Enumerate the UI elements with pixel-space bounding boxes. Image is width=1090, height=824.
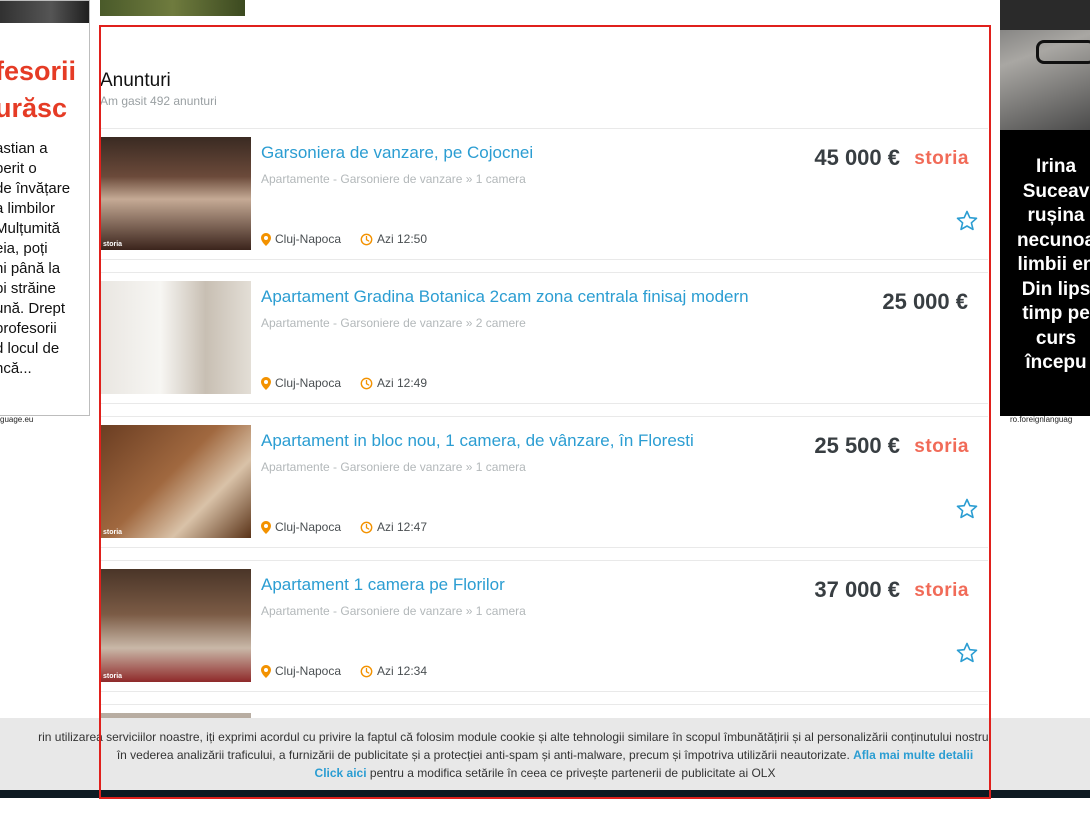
- ad-url[interactable]: guage.eu: [0, 415, 33, 424]
- offer-location: Cluj-Napoca: [261, 232, 341, 246]
- favorite-star-icon[interactable]: [955, 497, 979, 521]
- storia-logo: storia: [914, 148, 969, 169]
- offer-title-link[interactable]: Apartament 1 camera pe Florilor: [261, 575, 505, 595]
- listing-title: Anunturi: [100, 70, 171, 91]
- cookie-details-link[interactable]: Afla mai multe detalii: [853, 748, 973, 762]
- time-label: Azi 12:47: [377, 520, 428, 534]
- time-label: Azi 12:34: [377, 664, 428, 678]
- cookie-text: în vederea analizării traficului, a furn…: [116, 748, 850, 762]
- offer-thumbnail[interactable]: [100, 281, 251, 394]
- listing-header: Anunturi Am gasit 492 anunturi: [100, 70, 217, 108]
- offer-price: 25 000 €: [882, 289, 968, 314]
- offer-category: Apartamente - Garsoniere de vanzare » 1 …: [261, 460, 526, 474]
- ad-body-text: astian a perit o de învățare a limbilor …: [0, 140, 71, 377]
- offer-thumbnail[interactable]: storia: [100, 137, 251, 250]
- storia-logo: storia: [914, 580, 969, 601]
- offer-row[interactable]: storia Apartament 1 camera pe Florilor A…: [100, 560, 988, 692]
- ad-text: Irina Suceav rușina necunoa limbii en Di…: [1016, 156, 1090, 373]
- offer-thumbnail[interactable]: storia: [100, 569, 251, 682]
- favorite-star-icon[interactable]: [955, 641, 979, 665]
- previous-listing-thumbnail[interactable]: [100, 0, 245, 16]
- listing-section: Anunturi Am gasit 492 anunturi storia Ga…: [100, 26, 988, 796]
- offer-price: 25 500 €: [814, 433, 900, 458]
- ad-photo: [0, 1, 89, 23]
- offer-location: Cluj-Napoca: [261, 664, 341, 678]
- cookie-text: rin utilizarea serviciilor noastre, iți …: [38, 730, 992, 744]
- thumbnail-watermark: storia: [103, 673, 123, 680]
- offer-category: Apartamente - Garsoniere de vanzare » 1 …: [261, 172, 526, 186]
- storia-logo: storia: [914, 436, 969, 457]
- offer-category: Apartamente - Garsoniere de vanzare » 2 …: [261, 316, 526, 330]
- clock-history-icon: [360, 233, 373, 245]
- ad-photo: [1000, 0, 1090, 130]
- location-pin-icon: [261, 376, 271, 390]
- location-pin-icon: [261, 232, 271, 246]
- clock-history-icon: [360, 665, 373, 677]
- offer-thumbnail[interactable]: storia: [100, 425, 251, 538]
- offer-title-link[interactable]: Garsoniera de vanzare, pe Cojocnei: [261, 143, 533, 163]
- thumbnail-watermark: storia: [103, 241, 123, 248]
- offer-time: Azi 12:47: [360, 520, 427, 534]
- location-label: Cluj-Napoca: [275, 520, 342, 534]
- favorite-star-icon[interactable]: [955, 209, 979, 233]
- offer-time: Azi 12:49: [360, 376, 427, 390]
- ad-headline: fesorii urăsc: [0, 56, 77, 123]
- offer-row[interactable]: Apartament Gradina Botanica 2cam zona ce…: [100, 272, 988, 404]
- offer-price: 45 000 €: [814, 145, 900, 170]
- location-label: Cluj-Napoca: [275, 232, 342, 246]
- offer-row[interactable]: storia Apartament in bloc nou, 1 camera,…: [100, 416, 988, 548]
- offer-location: Cluj-Napoca: [261, 520, 341, 534]
- footer-bar: [0, 790, 1090, 798]
- location-pin-icon: [261, 664, 271, 678]
- time-label: Azi 12:49: [377, 376, 428, 390]
- ad-url[interactable]: ro.foreignlanguag: [1010, 415, 1072, 424]
- cookie-banner: rin utilizarea serviciilor noastre, iți …: [0, 718, 1090, 790]
- offer-list: storia Garsoniera de vanzare, pe Cojocne…: [100, 128, 988, 796]
- offer-category: Apartamente - Garsoniere de vanzare » 1 …: [261, 604, 526, 618]
- clock-history-icon: [360, 377, 373, 389]
- offer-location: Cluj-Napoca: [261, 376, 341, 390]
- time-label: Azi 12:50: [377, 232, 428, 246]
- left-advertisement[interactable]: fesorii urăsc astian a perit o de învăța…: [0, 0, 90, 416]
- offer-title-link[interactable]: Apartament Gradina Botanica 2cam zona ce…: [261, 287, 749, 307]
- location-label: Cluj-Napoca: [275, 376, 342, 390]
- offer-price: 37 000 €: [814, 577, 900, 602]
- offer-title-link[interactable]: Apartament in bloc nou, 1 camera, de vân…: [261, 431, 694, 451]
- offer-row[interactable]: storia Garsoniera de vanzare, pe Cojocne…: [100, 128, 988, 260]
- offer-time: Azi 12:34: [360, 664, 427, 678]
- cookie-text: pentru a modifica setările în ceea ce pr…: [369, 766, 776, 780]
- right-advertisement[interactable]: Irina Suceav rușina necunoa limbii en Di…: [1000, 0, 1090, 416]
- location-label: Cluj-Napoca: [275, 664, 342, 678]
- cookie-settings-link[interactable]: Click aici: [315, 766, 367, 780]
- location-pin-icon: [261, 520, 271, 534]
- clock-history-icon: [360, 521, 373, 533]
- thumbnail-watermark: storia: [103, 529, 123, 536]
- result-count: Am gasit 492 anunturi: [100, 94, 217, 108]
- offer-time: Azi 12:50: [360, 232, 427, 246]
